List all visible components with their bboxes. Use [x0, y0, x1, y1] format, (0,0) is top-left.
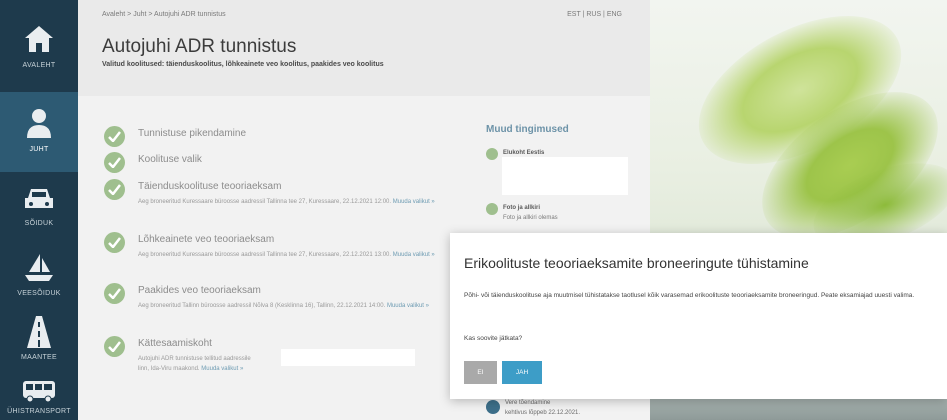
no-button[interactable]: EI — [464, 361, 497, 384]
check-icon — [104, 336, 125, 357]
check-icon — [104, 179, 125, 200]
page-subtitle: Valitud koolitused: täienduskoolitus, lõ… — [102, 61, 384, 68]
step-detail: Aeg broneeritud Kuressaare büroosse aadr… — [138, 250, 468, 260]
cancel-bookings-modal: Erikoolituste teooriaeksamite broneering… — [450, 233, 947, 399]
bus-icon — [23, 381, 55, 403]
check-icon — [104, 283, 125, 304]
boat-icon — [25, 254, 53, 281]
bottom-note: kehtivus lõppeb 22.12.2021. — [505, 410, 581, 416]
change-selection-link[interactable]: Muuda valikut » — [387, 303, 429, 309]
step-title: Tunnistuse pikendamine — [138, 128, 247, 139]
step-detail-text: Aeg broneeritud Kuressaare büroosse aadr… — [138, 199, 392, 205]
step-detail-text: linn, Ida-Viru maakond. — [138, 366, 200, 372]
step-detail: Aeg broneeritud Kuressaare büroosse aadr… — [138, 197, 468, 207]
step-detail-text: Autojuhi ADR tunnistuse tellitud aadress… — [138, 356, 251, 362]
step-title: Koolituse valik — [138, 154, 202, 165]
change-selection-link[interactable]: Muuda valikut » — [393, 199, 435, 205]
nav-label: AVALEHT — [22, 62, 56, 69]
redacted-area — [281, 349, 415, 366]
nav-label: VEESÕIDUK — [17, 290, 61, 297]
step-title: Lõhkeainete veo teooriaeksam — [138, 234, 275, 245]
condition-sub: Foto ja allkiri olemas — [503, 215, 558, 221]
check-icon — [486, 148, 498, 160]
nav-item-maantee[interactable]: MAANTEE — [0, 300, 78, 380]
nav-label: MAANTEE — [21, 354, 57, 361]
step-detail: Aeg broneeritud Tallinn büroosse aadress… — [138, 301, 468, 311]
breadcrumb[interactable]: Avaleht > Juht > Autojuhi ADR tunnistus — [102, 11, 226, 18]
nav-item-uhistransport[interactable]: ÜHISTRANSPORT — [0, 370, 78, 420]
road-icon — [27, 316, 51, 348]
condition-label: Foto ja allkiri — [503, 205, 541, 211]
redacted-area — [502, 157, 628, 195]
check-icon — [104, 232, 125, 253]
modal-title: Erikoolituste teooriaeksamite broneering… — [464, 255, 809, 271]
other-conditions-title: Muud tingimused — [486, 124, 569, 135]
change-selection-link[interactable]: Muuda valikut » — [393, 252, 435, 258]
check-icon — [104, 152, 125, 173]
page-title: Autojuhi ADR tunnistus — [102, 36, 297, 57]
nav-label: SÕIDUK — [24, 220, 54, 227]
nav-item-avaleht[interactable]: AVALEHT — [0, 8, 78, 88]
home-icon — [25, 26, 53, 52]
info-icon — [486, 400, 500, 414]
step-title: Paakides veo teooriaeksam — [138, 285, 261, 296]
check-icon — [104, 126, 125, 147]
condition-label: Elukoht Eestis — [503, 150, 545, 156]
modal-text: Põhi- või täienduskoolituse aja muutmise… — [464, 292, 915, 299]
bottom-note: Vere tõendamine — [505, 400, 551, 406]
yes-button[interactable]: JAH — [502, 361, 542, 384]
nav-item-juht[interactable]: JUHT — [0, 92, 78, 172]
step-title: Kättesaamiskoht — [138, 338, 212, 349]
nav-label: ÜHISTRANSPORT — [7, 408, 71, 415]
change-selection-link[interactable]: Muuda valikut » — [201, 366, 243, 372]
language-switcher[interactable]: EST | RUS | ENG — [567, 11, 622, 18]
modal-question: Kas soovite jätkata? — [464, 335, 523, 342]
person-icon — [27, 109, 51, 138]
step-detail-text: Aeg broneeritud Kuressaare büroosse aadr… — [138, 252, 392, 258]
car-icon — [25, 189, 53, 208]
check-icon — [486, 203, 498, 215]
step-detail-text: Aeg broneeritud Tallinn büroosse aadress… — [138, 303, 386, 309]
page-header: Avaleht > Juht > Autojuhi ADR tunnistus … — [78, 0, 650, 96]
sidebar-nav: AVALEHT JUHT SÕIDUK VEESÕIDUK MAANTEE ÜH… — [0, 0, 78, 420]
nav-item-soiduk[interactable]: SÕIDUK — [0, 166, 78, 246]
nav-label: JUHT — [29, 146, 49, 153]
step-title: Täienduskoolituse teooriaeksam — [138, 181, 282, 192]
